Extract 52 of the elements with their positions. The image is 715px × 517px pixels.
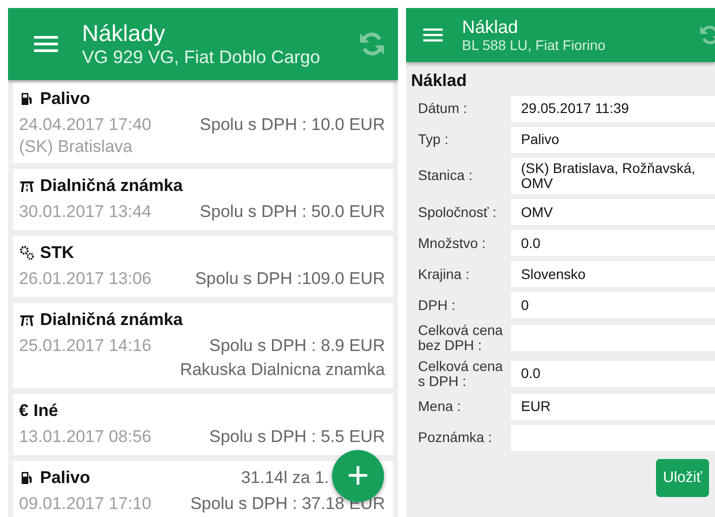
expense-note: Rakuska Dialnicna znamka — [178, 359, 385, 381]
field-label: Spoločnosť : — [418, 204, 498, 220]
field-label: Celková cena bez DPH : — [418, 323, 504, 354]
expense-date: 25.01.2017 14:16 — [19, 335, 152, 357]
field-label: Množstvo : — [418, 236, 487, 251]
input-field[interactable]: (SK) Bratislava, Rožňavská, OMV — [511, 158, 715, 194]
fuel-amount: 31.14l za 1. — [241, 467, 329, 490]
expense-card[interactable]: STK 26.01.2017 13:06 Spolu s DPH :109.0 EUR — [13, 236, 393, 297]
input-field[interactable]: Palivo — [511, 126, 715, 152]
expense-total: Spolu s DPH : 8.9 EUR — [209, 335, 385, 357]
app-subtitle: BL 588 LU, Fiat Fiorino — [462, 37, 606, 54]
input-field[interactable]: 0.0 — [511, 230, 715, 256]
expense-total: Spolu s DPH : 10.0 EUR — [200, 114, 385, 136]
expense-title: Dialničná známka — [40, 175, 183, 198]
input-field[interactable]: 29.05.2017 11:39 — [511, 96, 715, 122]
input-field[interactable]: EUR — [511, 394, 715, 420]
field-label: Celková cena s DPH : — [418, 358, 504, 389]
expense-date: 09.01.2017 17:10 — [19, 493, 152, 515]
form-heading: Náklad — [410, 70, 468, 92]
expense-total: Spolu s DPH :109.0 EUR — [195, 268, 385, 290]
field-label: Dátum : — [418, 100, 468, 116]
field-label: DPH : — [418, 298, 456, 313]
gears-icon — [19, 245, 35, 261]
input-field[interactable]: 0.0 — [511, 360, 715, 387]
expense-total: Spolu s DPH : 50.0 EUR — [200, 201, 385, 223]
input-field[interactable]: Slovensko — [511, 261, 715, 288]
field-label: Typ : — [418, 132, 450, 148]
field-label: Mena : — [418, 399, 462, 414]
expense-title: Iné — [33, 400, 58, 422]
euro-icon: € — [19, 398, 28, 424]
field-label: Poznámka : — [418, 430, 493, 446]
expense-title: Palivo — [40, 467, 90, 490]
expense-card[interactable]: € Iné 13.01.2017 08:56 Spolu s DPH : 5.5 EUR — [13, 394, 393, 455]
expense-title: Palivo — [40, 88, 90, 110]
expense-date: 26.01.2017 13:06 — [19, 268, 152, 290]
expense-note: (SK) Bratislava — [19, 137, 134, 157]
app-title: Náklad — [462, 16, 520, 38]
expense-total: Spolu s DPH : 5.5 EUR — [209, 426, 385, 448]
expense-date: 24.04.2017 17:40 — [19, 114, 152, 136]
input-field[interactable]: OMV — [511, 199, 715, 226]
app-title: Náklady — [82, 20, 166, 47]
field-label: Krajina : — [418, 266, 470, 282]
expense-card[interactable]: Dialničná známka 25.01.2017 14:16 Spolu s DPH : 8.9 EUR Rakuska Dialnicna znamka — [13, 303, 393, 388]
expense-title: Dialničná známka — [40, 309, 183, 332]
expense-title: STK — [40, 242, 74, 264]
expense-date: 13.01.2017 08:56 — [19, 426, 152, 448]
expense-date: 30.01.2017 13:44 — [19, 201, 152, 223]
expense-card[interactable]: Palivo 24.04.2017 17:40 Spolu s DPH : 10.0 EUR (SK) Bratislava — [13, 82, 393, 163]
app-subtitle: VG 929 VG, Fiat Doblo Cargo — [82, 46, 322, 68]
expense-card[interactable]: Dialničná známka 30.01.2017 13:44 Spolu s DPH : 50.0 EUR — [13, 169, 393, 230]
input-field[interactable]: 0 — [511, 292, 715, 318]
field-label: Stanica : — [418, 168, 474, 184]
